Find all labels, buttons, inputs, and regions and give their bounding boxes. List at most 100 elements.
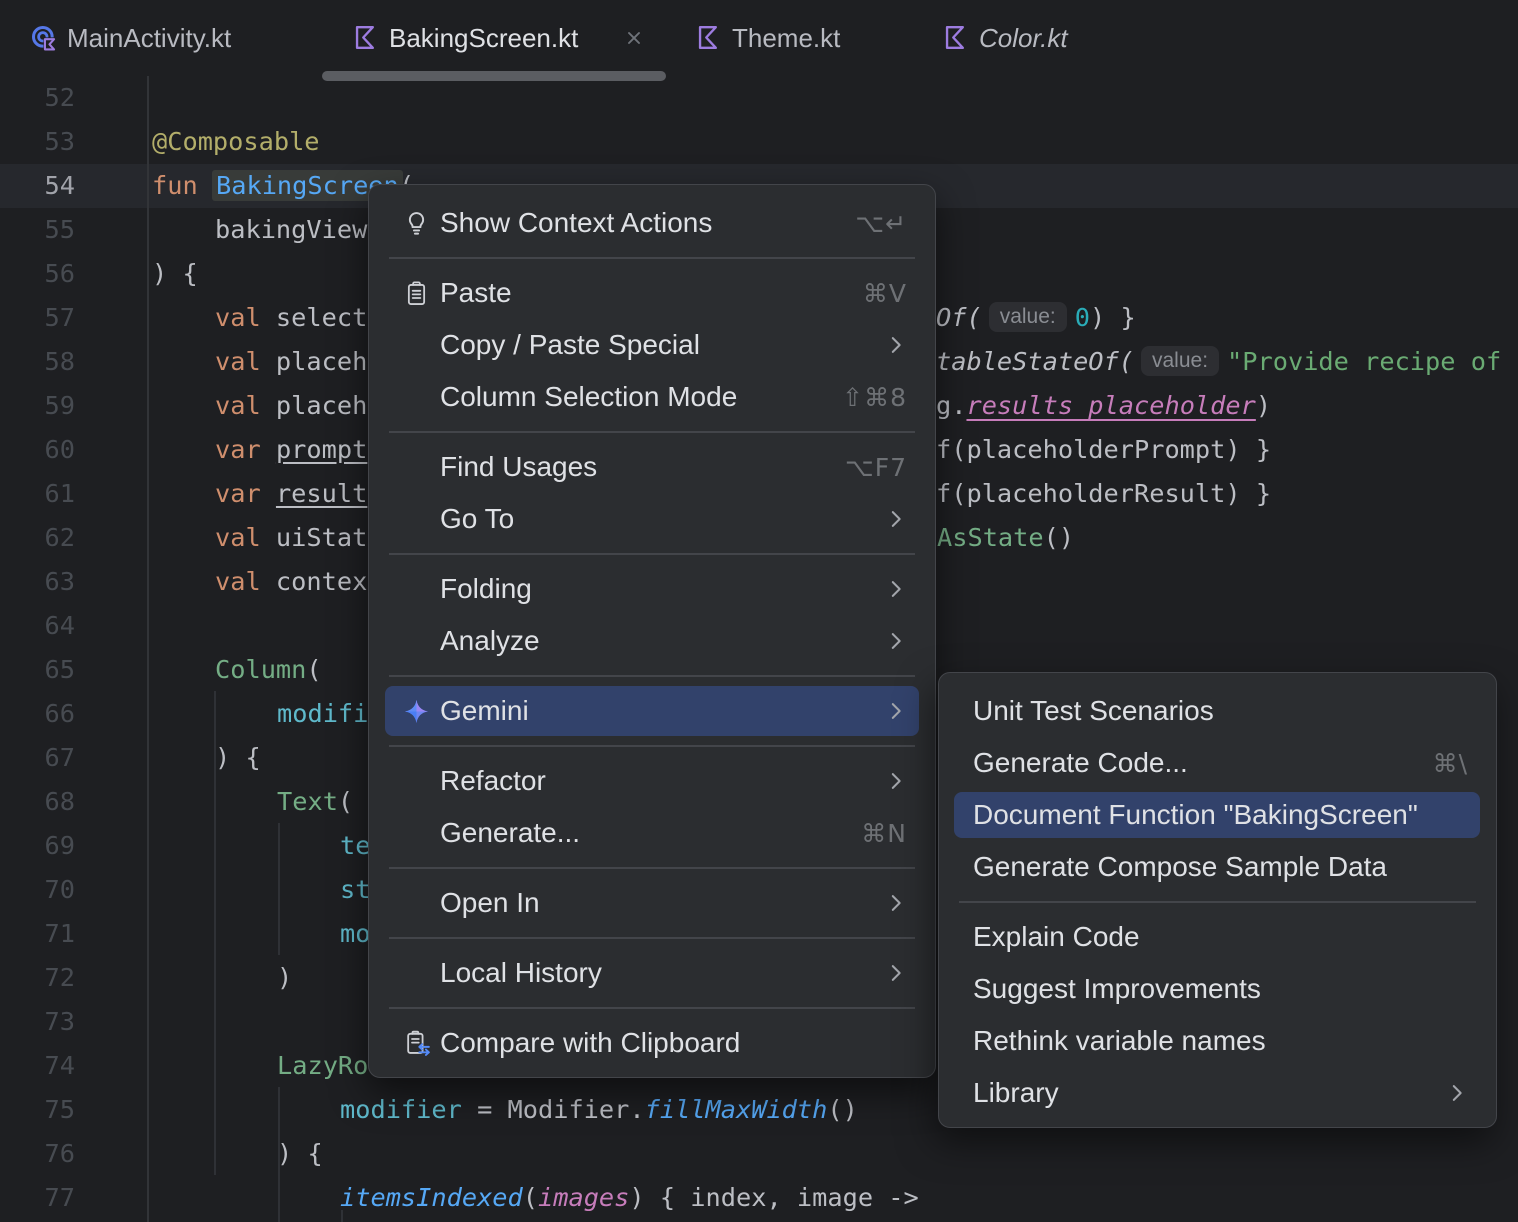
code-token: fillMaxWidth bbox=[644, 1095, 828, 1124]
menu-item-copy-paste-special[interactable]: Copy / Paste Special bbox=[369, 319, 935, 371]
menu-item-label: Show Context Actions bbox=[440, 207, 713, 238]
menu-item-gemini[interactable]: Gemini bbox=[369, 685, 935, 737]
tab-mainactivity-kt[interactable]: MainActivity.kt bbox=[0, 0, 322, 76]
menu-item-document-function-bakingscreen[interactable]: Document Function "BakingScreen" bbox=[939, 789, 1496, 841]
menu-item-compare-with-clipboard[interactable]: Compare with Clipboard bbox=[369, 1017, 935, 1069]
menu-item-label: Suggest Improvements bbox=[973, 973, 1261, 1004]
code-token: val bbox=[215, 523, 261, 552]
code-line-53: @Composable bbox=[152, 120, 320, 164]
code-token: modifier bbox=[340, 1095, 462, 1124]
indent-guide bbox=[278, 823, 280, 955]
menu-item-label: Local History bbox=[440, 957, 602, 988]
code-token: f(placeholderPrompt) } bbox=[936, 435, 1272, 464]
menu-item-label: Paste bbox=[440, 277, 512, 308]
menu-item-analyze[interactable]: Analyze bbox=[369, 615, 935, 667]
code-token: val bbox=[215, 303, 261, 332]
ide-window: MainActivity.kt BakingScreen.kt Theme.kt Co… bbox=[0, 0, 1518, 1222]
line-number: 69 bbox=[44, 831, 75, 860]
chevron-right-icon bbox=[885, 770, 907, 792]
menu-item-unit-test-scenarios[interactable]: Unit Test Scenarios bbox=[939, 685, 1496, 737]
menu-item-local-history[interactable]: Local History bbox=[369, 947, 935, 999]
menu-item-find-usages[interactable]: Find Usages ⌥F7 bbox=[369, 441, 935, 493]
menu-item-icon-slot bbox=[403, 768, 430, 795]
chevron-right-icon bbox=[1446, 1082, 1468, 1104]
menu-item-label: Find Usages bbox=[440, 451, 598, 482]
menu-item-go-to[interactable]: Go To bbox=[369, 493, 935, 545]
menu-item-column-selection-mode[interactable]: Column Selection Mode ⇧⌘8 bbox=[369, 371, 935, 423]
code-line-68: Text( bbox=[277, 780, 353, 824]
code-token: Of( bbox=[936, 303, 982, 332]
code-token: LazyRo bbox=[277, 1051, 369, 1080]
tab-label: Theme.kt bbox=[732, 22, 841, 53]
menu-item-paste[interactable]: Paste ⌘V bbox=[369, 267, 935, 319]
code-token: contex bbox=[260, 567, 368, 596]
tab-theme-kt[interactable]: Theme.kt bbox=[665, 0, 912, 76]
code-line-65: Column( bbox=[215, 648, 322, 692]
code-token: placeh bbox=[260, 347, 368, 376]
menu-separator bbox=[389, 1007, 915, 1009]
menu-item-icon-slot bbox=[403, 454, 430, 481]
close-icon[interactable] bbox=[622, 26, 646, 50]
code-line-54: fun bbox=[152, 164, 198, 208]
line-number: 55 bbox=[44, 215, 75, 244]
line-number: 77 bbox=[44, 1183, 75, 1212]
code-line-58: val placeh bbox=[215, 340, 367, 384]
code-token: var bbox=[215, 435, 261, 464]
code-token: ) } bbox=[1089, 303, 1136, 332]
chevron-right-icon bbox=[885, 700, 907, 722]
chevron-right-icon bbox=[885, 578, 907, 600]
code-line-63: val contex bbox=[215, 560, 367, 604]
menu-item-icon-slot bbox=[403, 628, 430, 655]
kotlin-icon bbox=[942, 24, 970, 52]
menu-item-label: Rethink variable names bbox=[973, 1025, 1266, 1056]
menu-item-refactor[interactable]: Refactor bbox=[369, 755, 935, 807]
context-menu: Show Context Actions ⌥↵ Paste ⌘V Copy / Past… bbox=[368, 184, 936, 1078]
menu-item-label: Go To bbox=[440, 503, 515, 534]
menu-item-library[interactable]: Library bbox=[939, 1067, 1496, 1119]
tab-color-kt[interactable]: Color.kt bbox=[912, 0, 1155, 76]
line-number: 75 bbox=[44, 1095, 75, 1124]
menu-item-generate-code[interactable]: Generate Code... ⌘\ bbox=[939, 737, 1496, 789]
code-token: 0 bbox=[1074, 303, 1090, 332]
menu-item-shortcut: ⇧⌘8 bbox=[842, 382, 907, 412]
code-token: ) { index, image -> bbox=[629, 1183, 919, 1212]
code-token: prompt bbox=[275, 435, 368, 464]
gemini-submenu: Unit Test Scenarios Generate Code... ⌘\ Doc… bbox=[938, 672, 1497, 1128]
code-token: mo bbox=[340, 919, 371, 948]
menu-item-label: Analyze bbox=[440, 625, 540, 656]
code-token: placeh bbox=[260, 391, 368, 420]
menu-item-suggest-improvements[interactable]: Suggest Improvements bbox=[939, 963, 1496, 1015]
code-token: var bbox=[215, 479, 261, 508]
menu-item-open-in[interactable]: Open In bbox=[369, 877, 935, 929]
menu-item-generate-compose-sample-data[interactable]: Generate Compose Sample Data bbox=[939, 841, 1496, 893]
menu-item-label: Unit Test Scenarios bbox=[973, 695, 1214, 726]
tab-label: MainActivity.kt bbox=[67, 22, 232, 53]
menu-item-generate[interactable]: Generate... ⌘N bbox=[369, 807, 935, 859]
tab-bakingscreen-kt[interactable]: BakingScreen.kt bbox=[322, 0, 665, 76]
line-number: 73 bbox=[44, 1007, 75, 1036]
code-token: ( bbox=[337, 787, 354, 816]
code-token: val bbox=[215, 391, 261, 420]
line-number: 60 bbox=[44, 435, 75, 464]
line-number: 72 bbox=[44, 963, 75, 992]
menu-item-explain-code[interactable]: Explain Code bbox=[939, 911, 1496, 963]
menu-item-icon-slot bbox=[403, 820, 430, 847]
chevron-right-icon bbox=[885, 508, 907, 530]
chevron-right-icon bbox=[885, 630, 907, 652]
code-token: val bbox=[215, 567, 261, 596]
menu-item-folding[interactable]: Folding bbox=[369, 563, 935, 615]
menu-item-rethink-variable-names[interactable]: Rethink variable names bbox=[939, 1015, 1496, 1067]
menu-item-label: Refactor bbox=[440, 765, 546, 796]
menu-item-label: Explain Code bbox=[973, 921, 1140, 952]
code-token: ) bbox=[1255, 391, 1272, 420]
menu-item-shortcut: ⌘N bbox=[861, 818, 907, 848]
code-line-71: mo bbox=[340, 912, 370, 956]
code-token: () bbox=[1043, 523, 1075, 552]
menu-item-icon-slot bbox=[403, 384, 430, 411]
menu-separator bbox=[389, 675, 915, 677]
line-number: 62 bbox=[44, 523, 75, 552]
menu-item-label: Generate... bbox=[440, 817, 581, 848]
code-token: fun bbox=[152, 171, 198, 200]
menu-item-show-context-actions[interactable]: Show Context Actions ⌥↵ bbox=[369, 197, 935, 249]
